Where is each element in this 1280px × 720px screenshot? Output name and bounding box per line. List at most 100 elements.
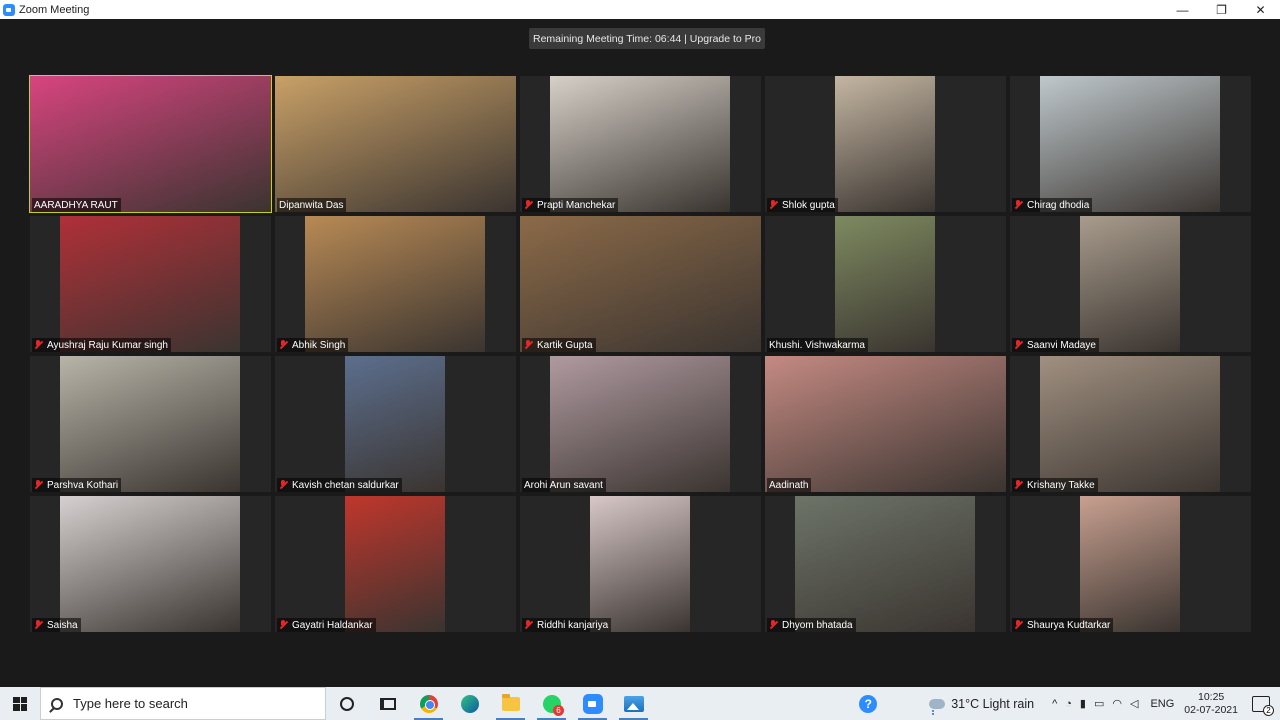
participant-name-label: Saanvi Madaye xyxy=(1012,338,1099,352)
participant-tile[interactable]: Prapti Manchekar xyxy=(520,76,761,212)
participant-name-label: Chirag dhodia xyxy=(1012,198,1093,212)
whatsapp-button[interactable]: 6 xyxy=(531,687,572,720)
participant-video xyxy=(1080,216,1180,352)
muted-mic-icon xyxy=(769,200,778,210)
participant-name-label: Dhyom bhatada xyxy=(767,618,856,632)
close-button[interactable]: ✕ xyxy=(1241,0,1280,19)
window-title: Zoom Meeting xyxy=(19,3,90,16)
participant-video xyxy=(345,496,445,632)
language-indicator[interactable]: ENG xyxy=(1150,698,1174,710)
chevron-up-icon[interactable]: ^ xyxy=(1052,698,1057,710)
zoom-taskbar-button[interactable] xyxy=(572,687,613,720)
participant-video xyxy=(550,356,730,492)
clock-date: 02-07-2021 xyxy=(1184,703,1238,716)
participant-name: Shaurya Kudtarkar xyxy=(1027,619,1111,631)
participant-name-label: Prapti Manchekar xyxy=(522,198,619,212)
windows-icon xyxy=(13,696,27,711)
participant-video xyxy=(835,76,935,212)
participant-name-label: Parshva Kothari xyxy=(32,478,122,492)
muted-mic-icon xyxy=(524,200,533,210)
network-icon[interactable]: ◔ xyxy=(1065,698,1072,710)
participant-name: Aadinath xyxy=(769,479,809,491)
participant-name-label: Kavish chetan saldurkar xyxy=(277,478,402,492)
participant-video xyxy=(305,216,485,352)
participant-tile[interactable]: Aadinath xyxy=(765,356,1006,492)
participant-name-label: Shaurya Kudtarkar xyxy=(1012,618,1114,632)
wifi-icon[interactable]: ◠ xyxy=(1112,697,1122,710)
muted-mic-icon xyxy=(34,340,43,350)
participant-tile[interactable]: Chirag dhodia xyxy=(1010,76,1251,212)
photos-icon xyxy=(623,695,644,712)
clock[interactable]: 10:25 02-07-2021 xyxy=(1184,691,1238,717)
system-tray: ? 31°C Light rain ^ ◔ ▮ ▭ ◠ ◁ ENG 10:25 … xyxy=(859,687,1280,720)
weather-icon[interactable] xyxy=(929,698,946,713)
file-explorer-button[interactable] xyxy=(490,687,531,720)
participant-name: Abhik Singh xyxy=(292,339,346,351)
microphone-icon[interactable]: ▮ xyxy=(1080,697,1086,710)
taskbar-search[interactable]: Type here to search xyxy=(40,687,326,720)
task-view-button[interactable] xyxy=(367,687,408,720)
participant-tile[interactable]: Saanvi Madaye xyxy=(1010,216,1251,352)
participant-name: Gayatri Haldankar xyxy=(292,619,373,631)
participant-tile[interactable]: Riddhi kanjariya xyxy=(520,496,761,632)
participant-tile[interactable]: Parshva Kothari xyxy=(30,356,271,492)
muted-mic-icon xyxy=(34,620,43,630)
maximize-button[interactable]: ❐ xyxy=(1202,0,1241,19)
participant-name-label: Riddhi kanjariya xyxy=(522,618,612,632)
participant-name-label: Krishany Takke xyxy=(1012,478,1098,492)
muted-mic-icon xyxy=(1014,200,1023,210)
taskbar: Type here to search 6 ? 31°C Light rain … xyxy=(0,687,1280,720)
participant-tile[interactable]: AARADHYA RAUT xyxy=(29,75,272,213)
participant-video xyxy=(765,356,1006,492)
participant-tile[interactable]: Arohi Arun savant xyxy=(520,356,761,492)
participant-name: Krishany Takke xyxy=(1027,479,1095,491)
participant-tile[interactable]: Shlok gupta xyxy=(765,76,1006,212)
edge-button[interactable] xyxy=(449,687,490,720)
participant-video xyxy=(520,216,761,352)
participant-tile[interactable]: Kavish chetan saldurkar xyxy=(275,356,516,492)
participant-name: Arohi Arun savant xyxy=(524,479,603,491)
participant-tile[interactable]: Dipanwita Das xyxy=(275,76,516,212)
participant-name-label: Shlok gupta xyxy=(767,198,838,212)
participant-tile[interactable]: Abhik Singh xyxy=(275,216,516,352)
task-view-icon xyxy=(379,697,396,710)
participant-video xyxy=(795,496,975,632)
muted-mic-icon xyxy=(1014,620,1023,630)
minimize-button[interactable]: — xyxy=(1163,0,1202,19)
participant-name: Dipanwita Das xyxy=(279,199,344,211)
search-placeholder: Type here to search xyxy=(73,696,188,711)
participant-video xyxy=(345,356,445,492)
participant-tile[interactable]: Saisha xyxy=(30,496,271,632)
participant-tile[interactable]: Gayatri Haldankar xyxy=(275,496,516,632)
participant-tile[interactable]: Shaurya Kudtarkar xyxy=(1010,496,1251,632)
participant-tile[interactable]: Ayushraj Raju Kumar singh xyxy=(30,216,271,352)
weather-text[interactable]: 31°C Light rain xyxy=(951,697,1034,711)
participant-name-label: Saisha xyxy=(32,618,81,632)
window-controls: — ❐ ✕ xyxy=(1163,0,1280,19)
help-icon[interactable]: ? xyxy=(859,694,878,713)
volume-icon[interactable]: ◁ xyxy=(1130,697,1138,710)
battery-icon[interactable]: ▭ xyxy=(1094,697,1104,710)
muted-mic-icon xyxy=(1014,340,1023,350)
zoom-icon xyxy=(3,3,15,16)
participant-tile[interactable]: Kartik Gupta xyxy=(520,216,761,352)
participant-name-label: Abhik Singh xyxy=(277,338,349,352)
start-button[interactable] xyxy=(0,687,40,720)
participant-video xyxy=(60,496,240,632)
participant-name: Ayushraj Raju Kumar singh xyxy=(47,339,168,351)
participant-tile[interactable]: Dhyom bhatada xyxy=(765,496,1006,632)
cortana-button[interactable] xyxy=(326,687,367,720)
clock-time: 10:25 xyxy=(1198,690,1225,703)
notification-icon[interactable]: 2 xyxy=(1252,695,1274,716)
participant-tile[interactable]: Krishany Takke xyxy=(1010,356,1251,492)
notification-count: 2 xyxy=(1263,704,1274,716)
participant-tile[interactable]: Khushi. Vishwakarma xyxy=(765,216,1006,352)
participant-name: Prapti Manchekar xyxy=(537,199,616,211)
meeting-timer-banner[interactable]: Remaining Meeting Time: 06:44 | Upgrade … xyxy=(529,28,766,49)
photos-button[interactable] xyxy=(613,687,654,720)
muted-mic-icon xyxy=(279,480,288,490)
chrome-button[interactable] xyxy=(408,687,449,720)
participant-video xyxy=(1040,356,1220,492)
participant-name: Saanvi Madaye xyxy=(1027,339,1096,351)
participant-name: Saisha xyxy=(47,619,78,631)
